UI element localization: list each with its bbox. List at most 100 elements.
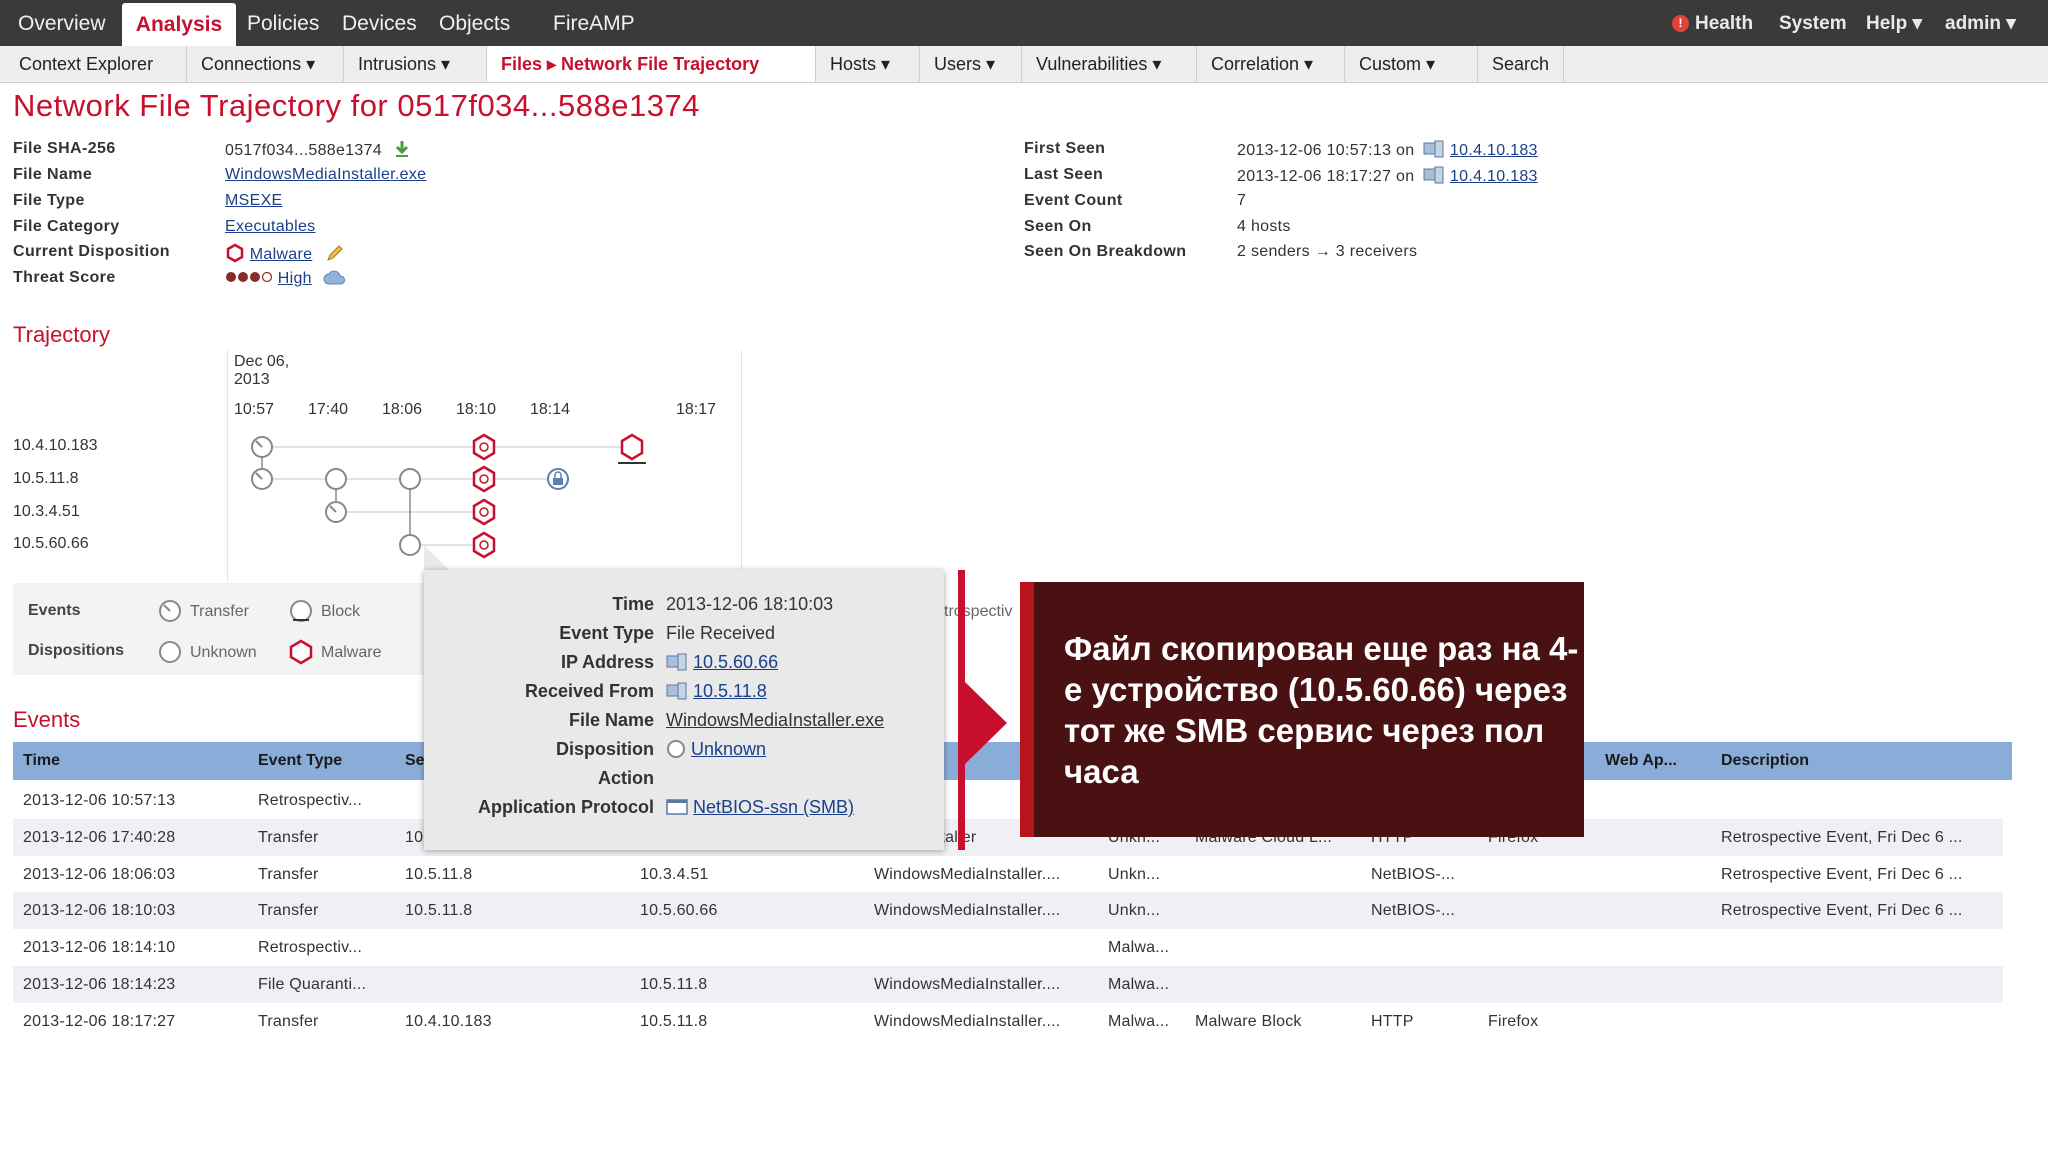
unknown-icon bbox=[667, 740, 685, 758]
table-cell: 10.5.11.8 bbox=[405, 865, 473, 883]
table-cell: Malwa... bbox=[1108, 1012, 1170, 1030]
popup-pointer bbox=[424, 545, 450, 571]
table-cell: Transfer bbox=[258, 902, 319, 920]
callout-text: Файл скопирован еще раз на 4-е устройств… bbox=[1064, 630, 1579, 790]
popup-disposition: Unknown bbox=[666, 739, 766, 760]
popup-protocol: NetBIOS-ssn (SMB) bbox=[666, 797, 854, 818]
popup-received-from: 10.5.11.8 bbox=[666, 681, 767, 702]
label-seen-on: Seen On bbox=[1024, 218, 1092, 235]
trajectory-map bbox=[251, 433, 646, 559]
table-row[interactable]: 2013-12-06 18:10:03 Transfer 10.5.11.8 10.5… bbox=[13, 892, 2003, 930]
malware-block-icon[interactable] bbox=[618, 433, 646, 464]
unknown-node-icon[interactable] bbox=[325, 468, 347, 490]
table-row[interactable]: 2013-12-06 17:40:28Transfer10MediaInstal… bbox=[13, 818, 2003, 856]
subnav-custom[interactable]: Custom ▾ bbox=[1345, 46, 1478, 82]
table-row[interactable]: 2013-12-06 18:14:23 File Quaranti... 10.5.… bbox=[13, 966, 2003, 1003]
popup-file-name-link[interactable]: WindowsMediaInstaller.exe bbox=[666, 710, 884, 731]
subnav-hosts[interactable]: Hosts ▾ bbox=[816, 46, 920, 82]
malware-node-icon[interactable] bbox=[472, 531, 496, 559]
popup-label-time: Time bbox=[612, 594, 654, 614]
host-icon bbox=[666, 653, 687, 671]
unknown-node-icon[interactable] bbox=[251, 436, 273, 458]
unknown-node-icon[interactable] bbox=[251, 468, 273, 490]
col-event-type[interactable]: Event Type bbox=[258, 742, 342, 780]
label-event-count: Event Count bbox=[1024, 192, 1123, 209]
col-description[interactable]: Description bbox=[1721, 742, 1809, 780]
col-web-app[interactable]: Web Ap... bbox=[1605, 742, 1677, 780]
popup-disposition-link[interactable]: Unknown bbox=[691, 739, 766, 759]
help-menu[interactable]: Help ▾ bbox=[1866, 0, 1922, 46]
table-cell: Retrospective Event, Fri Dec 6 ... bbox=[1721, 865, 1963, 883]
unknown-icon bbox=[159, 641, 181, 663]
unknown-node-icon[interactable] bbox=[399, 534, 421, 556]
annotation-callout: Файл скопирован еще раз на 4-е устройств… bbox=[1020, 582, 1584, 837]
subnav-search[interactable]: Search bbox=[1478, 46, 1564, 82]
table-cell: 10.5.11.8 bbox=[640, 976, 708, 993]
alert-icon: ! bbox=[1672, 15, 1689, 32]
popup-ip-link[interactable]: 10.5.60.66 bbox=[693, 652, 778, 672]
popup-label-file-name: File Name bbox=[568, 710, 654, 730]
table-cell: 2013-12-06 18:14:23 bbox=[23, 976, 176, 993]
table-cell: Transfer bbox=[258, 865, 319, 883]
last-seen-value: 2013-12-06 18:17:27 on 10.4.10.183 bbox=[1237, 166, 1538, 186]
host-icon bbox=[666, 682, 687, 700]
user-menu[interactable]: admin ▾ bbox=[1945, 0, 2016, 46]
table-row[interactable]: 2013-12-06 18:17:27 Transfer 10.4.10.183 10… bbox=[13, 1003, 2003, 1040]
table-cell: 2013-12-06 18:06:03 bbox=[23, 865, 176, 883]
trajectory-legend: Events Dispositions Transfer Block Unkno… bbox=[13, 583, 453, 675]
popup-received-from-link[interactable]: 10.5.11.8 bbox=[693, 681, 767, 701]
block-icon bbox=[290, 600, 312, 622]
table-cell: 10.3.4.51 bbox=[640, 865, 709, 883]
quarantine-lock-icon[interactable] bbox=[547, 468, 569, 490]
table-cell: 2013-12-06 18:14:10 bbox=[23, 939, 176, 957]
table-cell: Retrospective Event, Fri Dec 6 ... bbox=[1721, 828, 1963, 846]
table-cell: WindowsMediaInstaller.... bbox=[874, 1012, 1061, 1030]
table-cell: 2013-12-06 10:57:13 bbox=[23, 792, 176, 809]
unknown-node-icon[interactable] bbox=[399, 468, 421, 490]
popup-label-event-type: Event Type bbox=[559, 623, 654, 643]
table-cell: NetBIOS-... bbox=[1371, 902, 1455, 920]
host-icon bbox=[1423, 140, 1444, 158]
application-icon bbox=[666, 799, 688, 815]
popup-protocol-link[interactable]: NetBIOS-ssn (SMB) bbox=[693, 797, 854, 817]
table-row[interactable]: 2013-12-06 10:57:13 Retrospectiv... bbox=[13, 782, 2003, 819]
table-cell: 2013-12-06 18:17:27 bbox=[23, 1012, 176, 1030]
table-cell: WindowsMediaInstaller.... bbox=[874, 865, 1061, 883]
subnav-users[interactable]: Users ▾ bbox=[920, 46, 1022, 82]
table-cell: 10.5.11.8 bbox=[405, 902, 473, 920]
label-seen-breakdown: Seen On Breakdown bbox=[1024, 243, 1187, 260]
malware-node-icon[interactable] bbox=[472, 498, 496, 526]
last-seen-time: 2013-12-06 18:17:27 on bbox=[1237, 168, 1415, 185]
health-menu[interactable]: ! Health bbox=[1672, 0, 1753, 46]
table-cell: Malwa... bbox=[1108, 976, 1170, 993]
malware-node-icon[interactable] bbox=[472, 433, 496, 461]
table-row[interactable]: 2013-12-06 18:06:03 Transfer 10.5.11.8 10.3… bbox=[13, 856, 2003, 893]
table-cell: Firefox bbox=[1488, 1012, 1539, 1030]
legend-transfer: Transfer bbox=[190, 603, 249, 620]
legend-unknown: Unknown bbox=[190, 644, 257, 661]
popup-label-action: Action bbox=[598, 768, 654, 788]
malware-icon bbox=[289, 639, 313, 665]
malware-node-icon[interactable] bbox=[472, 465, 496, 493]
unknown-node-icon[interactable] bbox=[325, 501, 347, 523]
legend-events-label: Events bbox=[28, 602, 81, 619]
popup-label-disposition: Disposition bbox=[556, 739, 654, 759]
table-row[interactable]: 2013-12-06 18:14:10 Retrospectiv... Malwa.… bbox=[13, 929, 2003, 966]
subnav-vulnerabilities[interactable]: Vulnerabilities ▾ bbox=[1022, 46, 1197, 82]
table-cell: Transfer bbox=[258, 828, 319, 846]
callout-marker bbox=[958, 570, 965, 850]
subnav-correlation[interactable]: Correlation ▾ bbox=[1197, 46, 1345, 82]
system-menu[interactable]: System bbox=[1779, 0, 1847, 46]
table-cell: WindowsMediaInstaller.... bbox=[874, 902, 1061, 920]
col-sending-ip[interactable]: Se bbox=[405, 742, 425, 780]
first-seen-ip-link[interactable]: 10.4.10.183 bbox=[1450, 142, 1538, 159]
table-cell: 10.5.60.66 bbox=[640, 902, 718, 920]
popup-time: 2013-12-06 18:10:03 bbox=[666, 594, 834, 614]
popup-event-type: File Received bbox=[666, 623, 776, 643]
table-cell: 10 bbox=[405, 828, 424, 846]
last-seen-ip-link[interactable]: 10.4.10.183 bbox=[1450, 168, 1538, 185]
events-title: Events bbox=[13, 707, 81, 732]
col-time[interactable]: Time bbox=[23, 742, 60, 780]
events-table-header: Time Event Type Se Web Ap... Description bbox=[13, 742, 2012, 780]
table-cell: Malwa... bbox=[1108, 939, 1170, 957]
